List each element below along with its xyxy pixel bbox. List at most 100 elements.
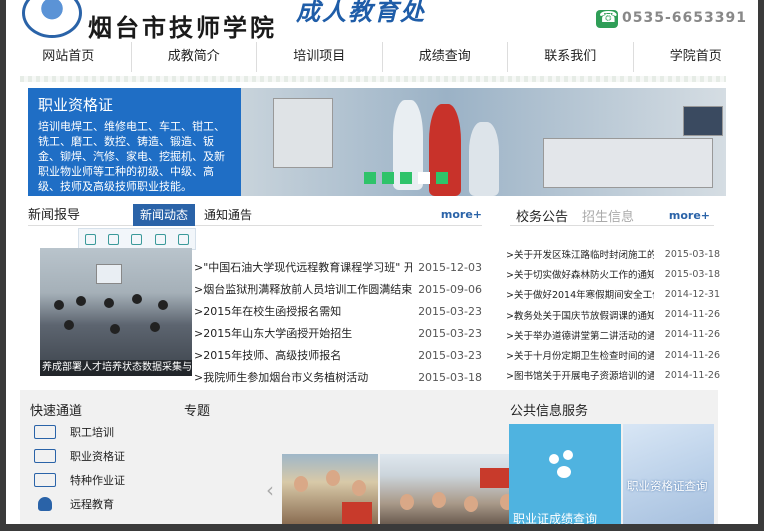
banner-dot-3[interactable] — [400, 172, 412, 184]
phone-number: 0535-6653391 — [622, 10, 747, 26]
bulletin-title: >图书馆关于开展电子资源培训的通知 — [506, 371, 654, 383]
news-date: 2015-03-18 — [418, 370, 482, 384]
bulletin-list: >关于开发区珠江路临时封闭施工的 2015-03-18 >关于切实做好森林防火工作… — [506, 244, 720, 385]
topics-title: 专题 — [184, 404, 211, 419]
service-certificate-query-label: 职业资格证查询 — [627, 479, 708, 493]
site-header: 烟台市技师学院 成人教育处 0535-6653391 — [6, 0, 758, 42]
quick-item-training[interactable]: 职工培训 — [34, 420, 125, 444]
fullscreen-icon[interactable] — [108, 233, 120, 245]
expand-icon[interactable] — [85, 233, 97, 245]
tab-school-affairs[interactable]: 校务公告 — [516, 206, 568, 225]
news-date: 2015-09-06 — [418, 282, 482, 296]
news-photo-caption: 养成部署人才培养状态数据采集与管理平 — [40, 360, 192, 376]
bulletin-title: >关于切实做好森林防火工作的通知 — [506, 270, 654, 282]
bulletin-date: 2014-11-26 — [664, 349, 720, 361]
banner-description: 培训电焊工、维修电工、车工、钳工、铣工、磨工、数控、铸造、锻造、钣金、铆焊、汽修… — [38, 120, 225, 193]
nav-divider — [20, 76, 726, 82]
tab-news[interactable]: 新闻动态 — [133, 204, 195, 226]
nav-home[interactable]: 网站首页 — [6, 42, 132, 72]
list-item[interactable]: >关于开发区珠江路临时封闭施工的 2015-03-18 — [506, 244, 720, 264]
bulletin-title: >教务处关于国庆节放假调课的通知 — [506, 310, 654, 322]
bulletin-date: 2015-03-18 — [664, 248, 720, 260]
news-more-link[interactable]: more+ — [441, 208, 482, 221]
settings-icon[interactable] — [177, 233, 189, 245]
banner-dot-1[interactable] — [364, 172, 376, 184]
banner-pagination — [364, 172, 448, 184]
news-date: 2015-03-23 — [418, 348, 482, 362]
quick-access-list: 职工培训 职业资格证 特种作业证 远程教育 — [34, 420, 125, 516]
news-title: >我院师生参加烟台市义务植树活动 — [194, 371, 369, 384]
list-item[interactable]: >关于切实做好森林防火工作的通知 2015-03-18 — [506, 264, 720, 284]
nav-college-home[interactable]: 学院首页 — [634, 42, 759, 72]
bulletin-title: >关于十月份定期卫生检查时间的通知 — [506, 351, 654, 363]
bulletin-header: 校务公告 招生信息 more+ — [510, 204, 714, 226]
tab-notices[interactable]: 通知通告 — [204, 204, 252, 226]
news-date: 2015-03-23 — [418, 304, 482, 318]
book-icon — [34, 473, 56, 487]
list-item[interactable]: >图书馆关于开展电子资源培训的通知 2014-11-26 — [506, 365, 720, 385]
news-title: >2015年在校生函授报名需知 — [194, 305, 342, 318]
tab-admissions[interactable]: 招生信息 — [582, 206, 634, 225]
banner-dot-2[interactable] — [382, 172, 394, 184]
news-photo[interactable] — [40, 248, 192, 376]
news-title: >2015年山东大学函授开始招生 — [194, 327, 353, 340]
list-item[interactable]: >关于举办道德讲堂第二讲活动的通知 2014-11-26 — [506, 325, 720, 345]
bulletin-title: >关于开发区珠江路临时封闭施工的 — [506, 250, 654, 262]
banner-caption-box[interactable]: 职业资格证 培训电焊工、维修电工、车工、钳工、铣工、磨工、数控、铸造、锻造、钣金… — [28, 88, 241, 196]
news-title: >2015年技师、高级技师报名 — [194, 349, 342, 362]
bulletin-date: 2014-11-26 — [664, 329, 720, 341]
main-nav: 网站首页 成教简介 培训项目 成绩查询 联系我们 学院首页 — [6, 42, 758, 72]
list-item[interactable]: >2015年在校生函授报名需知 2015-03-23 — [194, 300, 482, 322]
bulletin-date: 2014-11-26 — [664, 369, 720, 381]
person-icon — [38, 497, 52, 511]
news-title: >烟台监狱刑满释放前人员培训工作圆满结束 — [194, 283, 412, 296]
list-item[interactable]: >2015年技师、高级技师报名 2015-03-23 — [194, 344, 482, 366]
banner-slider[interactable]: 职业资格证 培训电焊工、维修电工、车工、钳工、铣工、磨工、数控、铸造、锻造、钣金… — [28, 88, 726, 196]
list-item[interactable]: >烟台监狱刑满释放前人员培训工作圆满结束 2015-09-06 — [194, 278, 482, 300]
news-header: 新闻报导 新闻动态 通知通告 more+ — [28, 204, 482, 226]
training-icon — [34, 425, 56, 439]
quick-item-distance-ed[interactable]: 远程教育 — [34, 492, 125, 516]
nav-training[interactable]: 培训项目 — [257, 42, 383, 72]
people-icon — [549, 450, 577, 478]
department-slogan: 成人教育处 — [296, 0, 426, 26]
certificate-icon — [34, 449, 56, 463]
phone-icon — [596, 8, 618, 28]
list-item[interactable]: >关于做好2014年寒假期间安全工作 2014-12-31 — [506, 284, 720, 304]
list-item[interactable]: >教务处关于国庆节放假调课的通知 2014-11-26 — [506, 305, 720, 325]
nav-intro[interactable]: 成教简介 — [132, 42, 257, 72]
list-item[interactable]: >我院师生参加烟台市义务植树活动 2015-03-18 — [194, 366, 482, 388]
list-item[interactable]: >关于十月份定期卫生检查时间的通知 2014-11-26 — [506, 345, 720, 365]
save-icon[interactable] — [131, 233, 143, 245]
bulletin-title: >关于做好2014年寒假期间安全工作 — [506, 290, 654, 302]
banner-dot-5[interactable] — [436, 172, 448, 184]
news-date: 2015-12-03 — [418, 260, 482, 274]
bulletin-date: 2014-12-31 — [664, 288, 720, 300]
service-certificate-query[interactable]: 职业资格证查询 — [623, 424, 714, 524]
service-score-query[interactable]: 职业证成绩查询 — [509, 424, 621, 524]
browser-viewport: 烟台市技师学院 成人教育处 0535-6653391 网站首页 成教简介 培训项… — [6, 0, 758, 524]
news-title: >"中国石油大学现代远程教育课程学习班" 开班 — [194, 261, 412, 274]
quick-access-title: 快速通道 — [30, 404, 83, 419]
image-toolbar — [78, 228, 196, 250]
news-list: >"中国石油大学现代远程教育课程学习班" 开班 2015-12-03 >烟台监狱刑… — [194, 256, 482, 388]
banner-title: 职业资格证 — [38, 96, 114, 114]
list-item[interactable]: >2015年山东大学函授开始招生 2015-03-23 — [194, 322, 482, 344]
bulletin-more-link[interactable]: more+ — [669, 209, 710, 222]
school-name: 烟台市技师学院 — [88, 13, 277, 42]
nav-contact[interactable]: 联系我们 — [508, 42, 634, 72]
quick-item-certificate[interactable]: 职业资格证 — [34, 444, 125, 468]
banner-dot-4[interactable] — [418, 172, 430, 184]
bulletin-date: 2015-03-18 — [664, 268, 720, 280]
topic-photo-1[interactable] — [282, 454, 378, 524]
news-date: 2015-03-23 — [418, 326, 482, 340]
topics-prev-button[interactable]: ‹ — [266, 478, 274, 502]
service-score-query-label: 职业证成绩查询 — [513, 512, 598, 524]
school-logo[interactable] — [22, 0, 82, 38]
share-icon[interactable] — [154, 233, 166, 245]
banner-photo — [243, 88, 726, 196]
bulletin-date: 2014-11-26 — [664, 309, 720, 321]
quick-item-special-permit[interactable]: 特种作业证 — [34, 468, 125, 492]
nav-scores[interactable]: 成绩查询 — [383, 42, 508, 72]
list-item[interactable]: >"中国石油大学现代远程教育课程学习班" 开班 2015-12-03 — [194, 256, 482, 278]
